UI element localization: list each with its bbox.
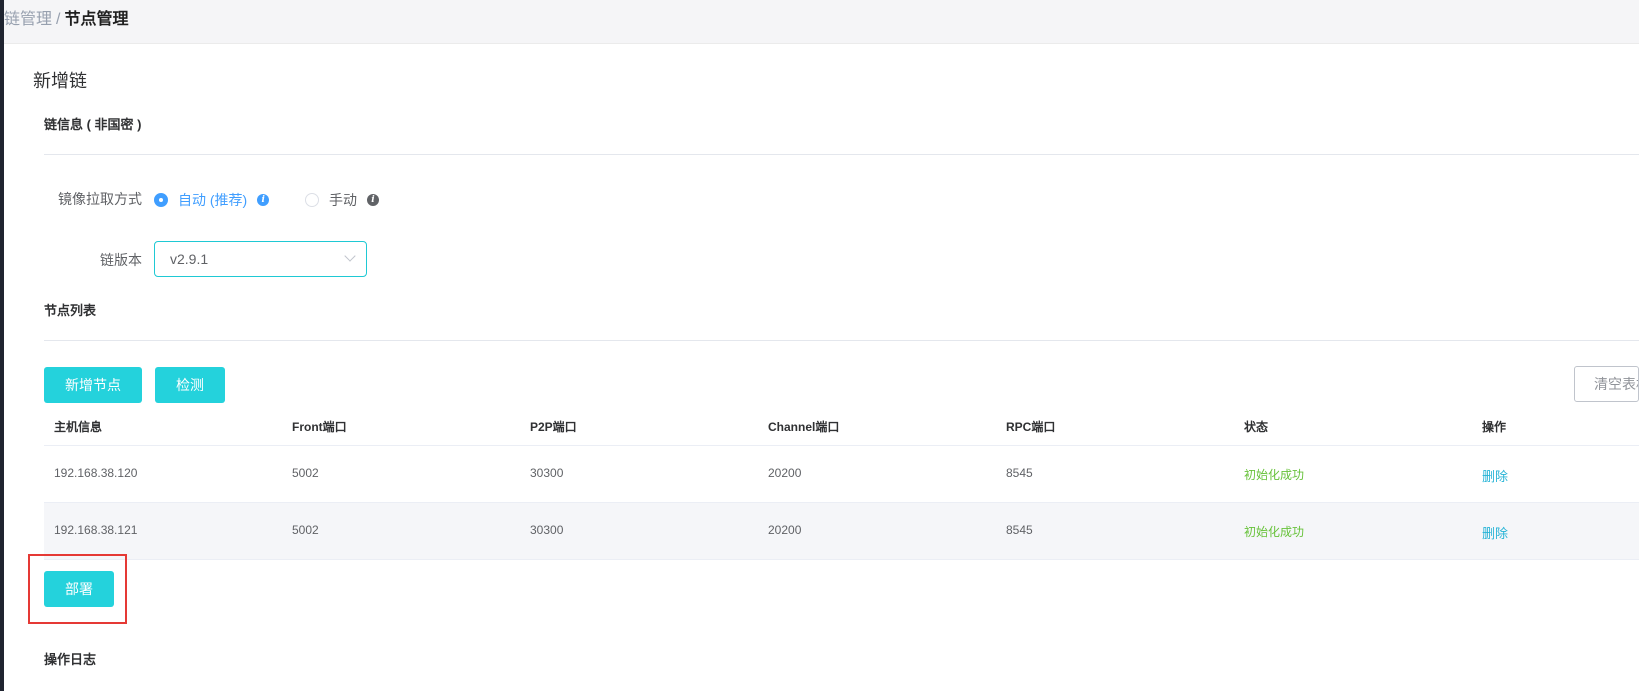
column-header: 状态 [1244,420,1269,434]
highlight-box [28,554,127,624]
radio-auto-label[interactable]: 自动 (推荐) [178,190,247,210]
check-button[interactable]: 检测 [155,367,225,403]
p2p-port-cell: 30300 [530,466,564,480]
table-row: 192.168.38.121 5002 30300 20200 8545 初始化… [44,503,1639,560]
column-header: Channel端口 [768,420,840,434]
status-cell: 初始化成功 [1244,468,1305,482]
channel-port-cell: 20200 [768,466,802,480]
info-icon[interactable]: i [367,194,379,206]
column-header: P2P端口 [530,420,577,434]
version-select-value: v2.9.1 [170,251,209,267]
chain-info-divider [44,154,1639,155]
node-list-divider [44,340,1639,341]
delete-link[interactable]: 删除 [1482,523,1508,542]
node-table: 主机信息 Front端口 P2P端口 Channel端口 RPC端口 状态 操作… [44,408,1639,560]
radio-manual-dot[interactable] [305,193,319,207]
status-cell: 初始化成功 [1244,525,1305,539]
host-cell: 192.168.38.120 [54,466,138,480]
clear-table-button[interactable]: 清空表格 [1574,366,1639,402]
channel-port-cell: 20200 [768,523,802,537]
column-header: 操作 [1482,420,1507,434]
column-header: 主机信息 [54,420,103,434]
top-bar: 链管理 / 节点管理 [4,0,1639,44]
table-row: 192.168.38.120 5002 30300 20200 8545 初始化… [44,446,1639,503]
front-port-cell: 5002 [292,523,319,537]
delete-link[interactable]: 删除 [1482,466,1508,485]
chain-info-title: 链信息 ( 非国密 ) [44,117,142,132]
window-left-edge [0,0,4,691]
radio-manual[interactable]: 手动 i [305,190,379,210]
breadcrumb: 链管理 / 节点管理 [4,10,128,30]
rpc-port-cell: 8545 [1006,523,1033,537]
version-select[interactable]: v2.9.1 [154,241,367,277]
breadcrumb-separator: / [56,11,61,28]
add-node-button[interactable]: 新增节点 [44,367,142,403]
radio-auto[interactable]: 自动 (推荐) i [154,190,270,210]
breadcrumb-chain-management[interactable]: 链管理 [4,11,52,28]
rpc-port-cell: 8545 [1006,466,1033,480]
radio-manual-label[interactable]: 手动 [329,190,357,210]
pull-mode-label: 镜像拉取方式 [58,191,142,207]
page-title: 新增链 [33,71,87,91]
p2p-port-cell: 30300 [530,523,564,537]
column-header: RPC端口 [1006,420,1056,434]
breadcrumb-current: 节点管理 [64,11,129,28]
table-header: 主机信息 Front端口 P2P端口 Channel端口 RPC端口 状态 操作 [44,408,1639,446]
node-list-title: 节点列表 [44,303,97,318]
chevron-down-icon [344,250,356,262]
column-header: Front端口 [292,420,347,434]
front-port-cell: 5002 [292,466,319,480]
info-icon[interactable]: i [257,194,270,206]
radio-auto-dot[interactable] [154,193,168,207]
operation-log-title: 操作日志 [44,652,97,667]
version-label: 链版本 [100,252,142,268]
host-cell: 192.168.38.121 [54,523,138,537]
